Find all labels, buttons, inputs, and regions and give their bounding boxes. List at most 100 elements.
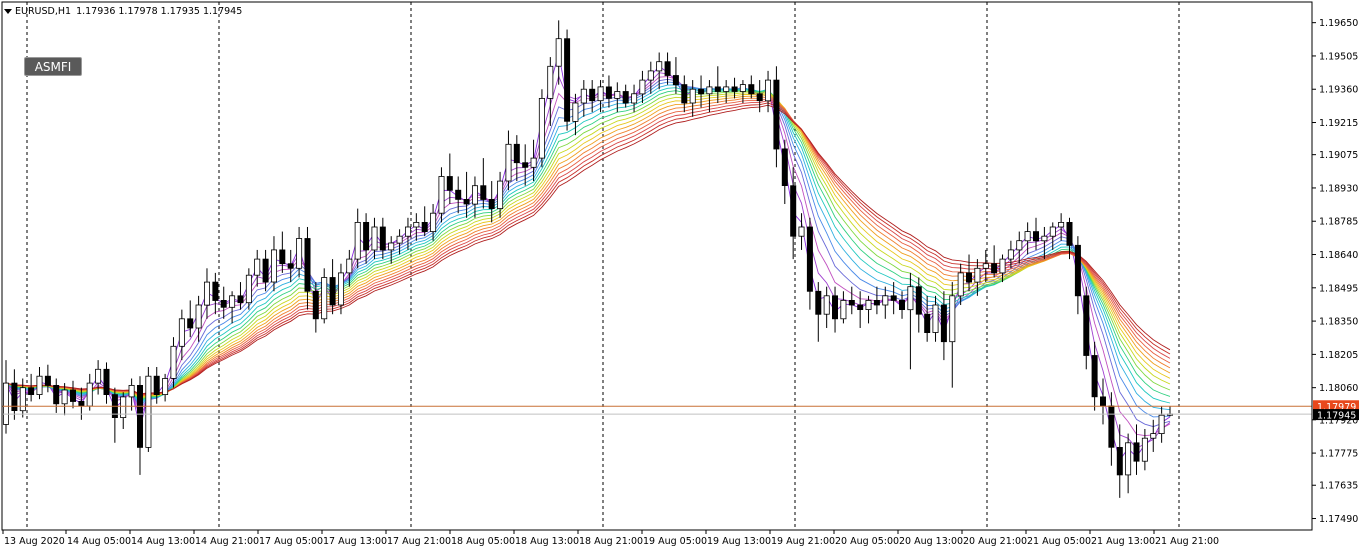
x-tick-label: 14 Aug 13:00	[131, 536, 195, 547]
candle-body-bull	[388, 242, 395, 251]
candle	[564, 29, 571, 131]
x-tick-label: 18 Aug 05:00	[451, 536, 515, 547]
indicator-badge[interactable]: ASMFI	[24, 57, 82, 76]
candle-body-bull	[438, 176, 445, 214]
x-tick-label: 20 Aug 13:00	[899, 536, 963, 547]
candle-body-bear	[446, 176, 453, 191]
candle-body-bull	[1058, 221, 1065, 228]
x-tick-label: 13 Aug 2020	[4, 536, 65, 547]
candle-body-bull	[128, 384, 135, 398]
candle-body-bear	[991, 263, 998, 274]
candle-body-bear	[832, 295, 839, 320]
candle-body-bull	[170, 345, 177, 379]
candle-body-bear	[731, 86, 738, 92]
candle-body-bull	[932, 304, 939, 333]
candle-body-bear	[187, 318, 194, 329]
x-tick-label: 20 Aug 21:00	[963, 536, 1027, 547]
candle-body-bear	[312, 290, 319, 320]
candle-body-bull	[1007, 249, 1014, 260]
candle-body-bull	[178, 318, 185, 347]
candle-body-bull	[597, 86, 604, 102]
x-tick-label: 17 Aug 05:00	[259, 536, 323, 547]
candle-body-bull	[321, 277, 328, 320]
candle-body-bull	[396, 235, 403, 244]
candle-body-bull	[145, 375, 152, 448]
y-tick-label: 1.18060	[1319, 383, 1358, 394]
candle-body-bull	[1041, 235, 1048, 242]
candle-body-bear	[873, 299, 880, 306]
candle-body-bear	[857, 304, 864, 310]
candle-body-bear	[564, 38, 571, 122]
chart-header: EURUSD,H1 1.17936 1.17978 1.17935 1.1794…	[4, 4, 242, 18]
candle-body-bull	[1049, 226, 1056, 237]
candle-body-bull	[823, 295, 830, 315]
x-tick-label: 20 Aug 05:00	[835, 536, 899, 547]
candle-body-bull	[949, 295, 956, 343]
candle-body-bull	[1150, 433, 1157, 439]
candle-body-bear	[1100, 396, 1107, 407]
candle-body-bear	[421, 221, 428, 232]
candle-body-bear	[1091, 355, 1098, 398]
candle-body-bull	[497, 180, 504, 210]
candle-body-bull	[647, 70, 654, 81]
candle-body-bear	[966, 272, 973, 283]
x-tick-label: 19 Aug 21:00	[771, 536, 835, 547]
candle-body-bull	[639, 79, 646, 95]
candle-body-bull	[229, 295, 236, 308]
close-value: 1.17945	[202, 5, 243, 17]
candle-body-bull	[656, 61, 663, 72]
candle-body-bear	[220, 299, 227, 308]
x-tick-label: 18 Aug 21:00	[579, 536, 643, 547]
candle-body-bull	[907, 286, 914, 311]
candle-body-bull	[865, 299, 872, 310]
candle-body-bear	[480, 185, 487, 200]
candle-body-bear	[890, 295, 897, 301]
collapse-triangle-icon[interactable]	[4, 8, 12, 14]
candle-body-bear	[262, 258, 269, 283]
candle-body-bear	[1108, 405, 1115, 448]
candle-body-bear	[748, 84, 755, 95]
candle	[538, 89, 545, 168]
x-tick-label: 17 Aug 13:00	[323, 536, 387, 547]
candle-body-bear	[664, 61, 671, 76]
candle-body-bull	[982, 263, 989, 269]
candle-body-bear	[622, 91, 629, 104]
price-chart[interactable]: 1.19650 1.19505 1.19360 1.19215 1.19075 1.189…	[0, 0, 1362, 552]
y-tick-label: 1.19215	[1319, 118, 1358, 129]
candle-body-bear	[363, 221, 370, 251]
candle-body-bull	[739, 84, 746, 92]
candle-body-bear	[513, 143, 520, 164]
chart-window[interactable]: 1.19650 1.19505 1.19360 1.19215 1.19075 1.189…	[0, 0, 1362, 552]
candle-body-bear	[924, 313, 931, 334]
candle-body-bear	[1066, 221, 1073, 246]
candle-body-bull	[413, 221, 420, 228]
candle-body-bear	[773, 79, 780, 150]
candle-body-bear	[304, 238, 311, 292]
candle-body-bear	[915, 286, 922, 315]
candle-body-bull	[346, 258, 353, 274]
candle-body-bear	[1074, 244, 1081, 297]
symbol-label: EURUSD,H1	[15, 5, 72, 17]
candle-body-bear	[681, 84, 688, 104]
candle-body-bull	[1024, 231, 1031, 242]
candle-body-bull	[840, 299, 847, 320]
y-tick-label: 1.18930	[1319, 183, 1358, 194]
candle-body-bear	[1116, 446, 1123, 476]
candle-body-bull	[3, 382, 9, 425]
candle-body-bull	[798, 226, 805, 237]
candle-body-bear	[672, 75, 679, 86]
y-tick-label: 1.18350	[1319, 317, 1358, 328]
candle-body-bear	[279, 249, 286, 265]
candle-body-bear	[781, 148, 788, 186]
candle-body-bull	[61, 389, 68, 405]
y-tick-label: 1.19650	[1319, 18, 1358, 29]
candle-body-bear	[103, 368, 110, 395]
candle-body-bull	[580, 88, 587, 104]
candle-body-bear	[136, 384, 143, 448]
candle-body-bear	[53, 384, 60, 405]
candle-body-bear	[463, 198, 470, 205]
candle-body-bull	[162, 378, 169, 396]
high-value: 1.17978	[118, 5, 158, 17]
candle-body-bull	[86, 382, 93, 407]
candle-body-bull	[354, 221, 361, 260]
